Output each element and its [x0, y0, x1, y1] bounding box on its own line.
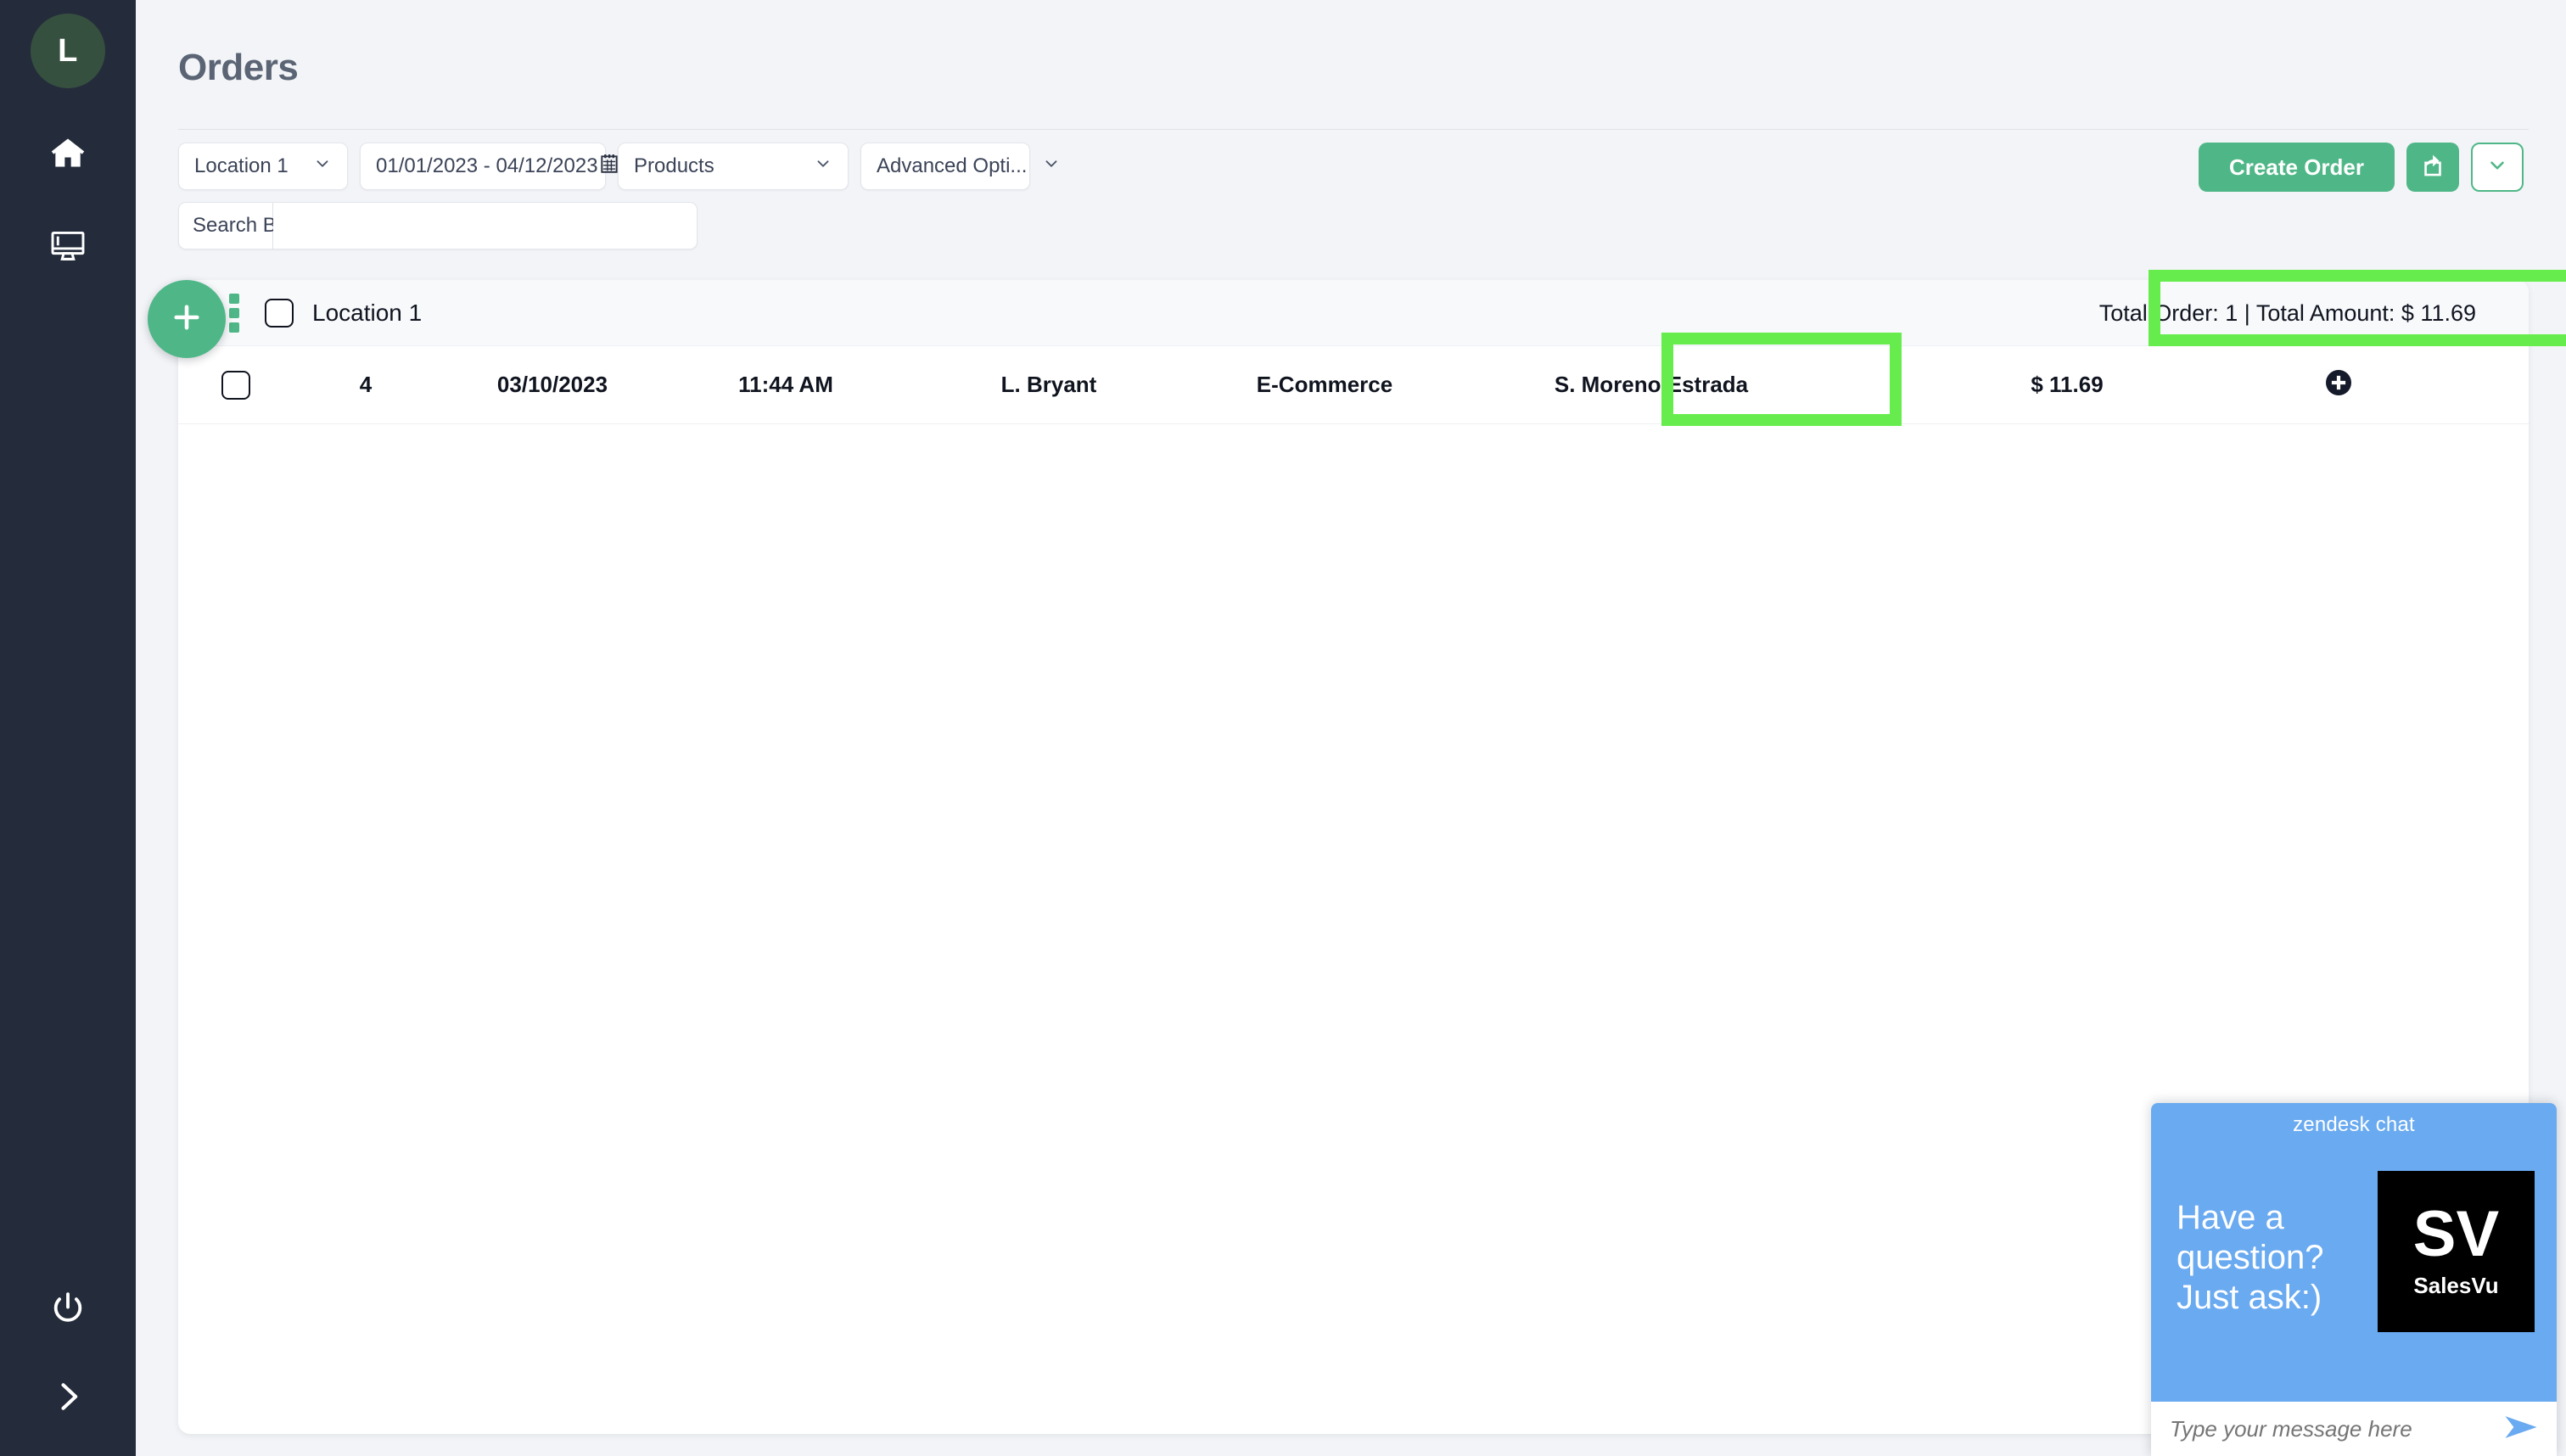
- add-circle-icon[interactable]: [2323, 367, 2354, 402]
- products-select[interactable]: Products: [618, 143, 849, 190]
- chat-prompt: Have a question? Just ask:): [2177, 1199, 2324, 1317]
- group-totals: Total Order: 1 | Total Amount: $ 11.69: [2098, 300, 2476, 326]
- row-checkbox-cell: [178, 370, 294, 400]
- date-range-value: 01/01/2023 - 04/12/2023: [376, 154, 598, 177]
- chat-title: zendesk chat: [2293, 1113, 2415, 1136]
- page-title: Orders: [178, 47, 299, 88]
- cell-employee: S. Moreno Estrada: [1554, 372, 1749, 397]
- cell-customer: L. Bryant: [1000, 372, 1097, 397]
- home-icon: [49, 134, 87, 176]
- create-order-button[interactable]: Create Order: [2199, 143, 2395, 192]
- advanced-options-value: Advanced Opti...: [877, 154, 1028, 177]
- logo-initials: SV: [2412, 1198, 2500, 1271]
- table-group-header: Location 1 Total Order: 1 | Total Amount…: [178, 280, 2529, 346]
- sidebar-expand-button[interactable]: [41, 1371, 95, 1425]
- location-select[interactable]: Location 1: [178, 143, 348, 190]
- share-export-button[interactable]: [2406, 143, 2459, 192]
- search-group: Search By: [178, 202, 698, 249]
- search-by-select[interactable]: Search By: [178, 202, 311, 249]
- chat-message-input[interactable]: [2170, 1415, 2504, 1442]
- power-icon: [49, 1290, 87, 1331]
- chevron-down-icon: [2486, 154, 2508, 181]
- sidebar-item-home[interactable]: [41, 127, 95, 182]
- avatar-initial: L: [58, 32, 78, 69]
- cell-order-number: 4: [359, 372, 373, 397]
- filter-row-search: Search By: [178, 202, 2529, 249]
- date-range-picker[interactable]: 01/01/2023 - 04/12/2023: [360, 143, 618, 190]
- row-add-cell: [2288, 367, 2390, 402]
- drag-handle-icon[interactable]: [229, 293, 239, 333]
- cell-amount: $ 11.69: [2031, 372, 2104, 397]
- select-all-checkbox[interactable]: [265, 298, 294, 328]
- advanced-options-select[interactable]: Advanced Opti...: [860, 143, 1057, 190]
- row-checkbox[interactable]: [221, 370, 250, 400]
- avatar[interactable]: L: [31, 14, 105, 88]
- sidebar: L: [0, 0, 136, 1456]
- chevron-down-icon: [1042, 154, 1061, 179]
- send-icon[interactable]: [2504, 1414, 2538, 1444]
- add-order-fab[interactable]: [148, 280, 226, 358]
- search-input[interactable]: [273, 202, 698, 249]
- chat-input-row: [2151, 1402, 2557, 1456]
- filter-row-primary: Location 1 01/01/2023 - 04/12/2023 Produ…: [178, 143, 2529, 190]
- sidebar-bottom: [0, 1249, 136, 1456]
- products-select-value: Products: [634, 154, 714, 177]
- logo-brand: SalesVu: [2413, 1272, 2499, 1298]
- plus-icon: [169, 300, 204, 339]
- chat-body: zendesk chat Have a question? Just ask:)…: [2151, 1103, 2557, 1402]
- chevron-down-icon: [814, 154, 832, 179]
- location-select-value: Location 1: [194, 154, 289, 177]
- toolbar-actions: Create Order: [2199, 143, 2524, 192]
- monitor-icon: [49, 227, 87, 269]
- sidebar-item-register[interactable]: [41, 221, 95, 275]
- table-row[interactable]: 4 03/10/2023 11:44 AM L. Bryant E-Commer…: [178, 346, 2529, 424]
- salesvu-logo: SV SalesVu: [2378, 1171, 2535, 1332]
- cell-date: 03/10/2023: [496, 372, 608, 397]
- chevron-right-icon: [49, 1378, 87, 1420]
- cell-channel: E-Commerce: [1256, 372, 1393, 397]
- filter-bar: Location 1 01/01/2023 - 04/12/2023 Produ…: [178, 143, 2529, 249]
- zendesk-chat-widget[interactable]: zendesk chat Have a question? Just ask:)…: [2151, 1103, 2557, 1456]
- group-label: Location 1: [312, 299, 423, 326]
- share-icon: [2420, 153, 2446, 182]
- sidebar-item-power[interactable]: [41, 1283, 95, 1337]
- more-options-button[interactable]: [2471, 143, 2524, 192]
- title-divider: [178, 129, 2529, 130]
- cell-time: 11:44 AM: [738, 372, 833, 397]
- chevron-down-icon: [313, 154, 332, 179]
- calendar-icon: [598, 153, 620, 181]
